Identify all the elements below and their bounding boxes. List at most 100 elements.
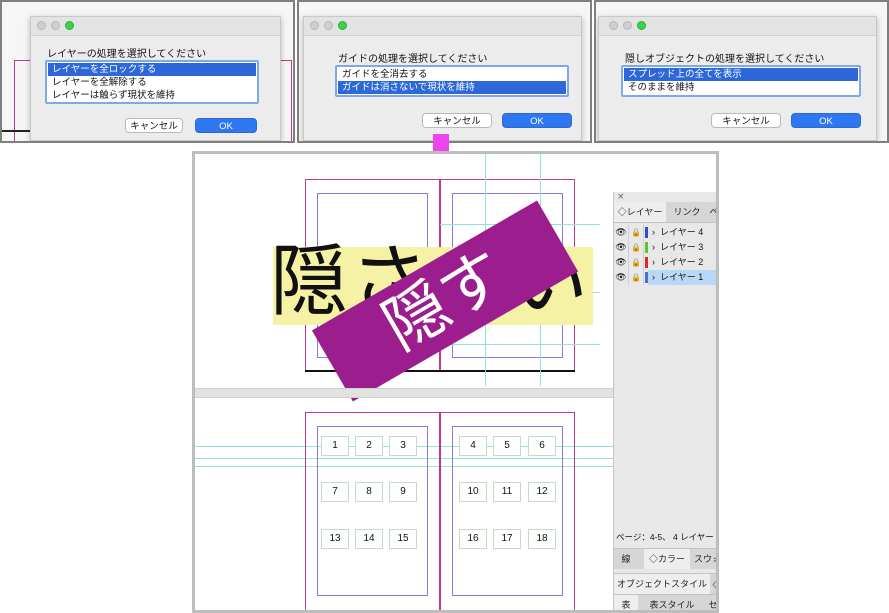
document-background: ガイドの処理を選択してください ガイドを全消去する ガイドは消さないで現状を維持… [299,2,590,141]
document-background: 隠しオブジェクトの処理を選択してください スプレッド上の全てを表示 そのままを維… [596,2,887,141]
guide-horizontal [440,344,600,345]
pasteboard: 隠さない 隠す 1 2 3 7 8 9 13 14 15 [195,154,716,610]
layer-color-chip [645,272,648,283]
frame-number: 13 [321,529,349,549]
layer-row[interactable]: 👁 🔒 › レイヤー 2 [614,255,716,270]
tab-color[interactable]: ◇カラー [644,549,690,569]
tab-layers-prefix: ◇ [617,207,627,217]
frame-number: 2 [355,436,383,456]
frame-number: 17 [493,529,521,549]
lock-icon[interactable]: 🔒 [629,270,644,285]
frame-number: 10 [459,482,487,502]
option-list[interactable]: スプレッド上の全てを表示 そのままを維持 [621,65,861,97]
layer-color-chip [645,227,648,238]
ok-button[interactable]: OK [502,113,572,128]
tab-table[interactable]: 表 [614,595,638,610]
visibility-eye-icon[interactable]: 👁 [614,270,629,285]
option-clear-guides[interactable]: ガイドを全消去する [338,68,566,81]
title-bar [599,17,876,36]
option-list[interactable]: レイヤーを全ロックする レイヤーを全解除する レイヤーは触らず現状を維持 [45,60,259,104]
option-keep-layers[interactable]: レイヤーは触らず現状を維持 [48,89,256,102]
cancel-button[interactable]: キャンセル [422,113,492,128]
frame-number: 8 [355,482,383,502]
option-unlock-all[interactable]: レイヤーを全解除する [48,76,256,89]
option-keep-as-is[interactable]: そのままを維持 [624,81,858,94]
tab-layers[interactable]: ◇レイヤー [614,202,666,222]
frame-number: 11 [493,482,521,502]
indesign-window: 隠さない 隠す 1 2 3 7 8 9 13 14 15 [192,151,719,613]
ok-button[interactable]: OK [791,113,861,128]
close-window-icon[interactable] [37,21,46,30]
lock-icon[interactable]: 🔒 [629,255,644,270]
frame-number: 4 [459,436,487,456]
expand-chevron-icon[interactable]: › [652,255,655,270]
dialog-prompt: 隠しオブジェクトの処理を選択してください [625,54,825,65]
zoom-window-icon[interactable] [338,21,347,30]
zoom-window-icon[interactable] [65,21,74,30]
layer-row[interactable]: 👁 🔒 › レイヤー 3 [614,240,716,255]
tab-cell-styles[interactable]: セ [706,595,716,610]
lock-icon[interactable]: 🔒 [629,225,644,240]
zoom-window-icon[interactable] [637,21,646,30]
expand-chevron-icon[interactable]: › [652,225,655,240]
tab-more[interactable]: ◇ [712,574,716,594]
panel-close-icon[interactable]: × [617,192,625,202]
frame-number: 14 [355,529,383,549]
layer-name: レイヤー 1 [660,272,704,282]
option-keep-guides[interactable]: ガイドは消さないで現状を維持 [338,81,566,94]
tab-layers-label: レイヤー [626,207,663,217]
dialog-guides: ガイドの処理を選択してください ガイドを全消去する ガイドは消さないで現状を維持… [297,0,592,143]
option-list[interactable]: ガイドを全消去する ガイドは消さないで現状を維持 [335,65,569,97]
tab-links[interactable]: リンク [666,202,708,222]
option-show-all[interactable]: スプレッド上の全てを表示 [624,68,858,81]
dialog-sheet: ガイドの処理を選択してください ガイドを全消去する ガイドは消さないで現状を維持… [303,16,582,141]
frame-number: 9 [389,482,417,502]
frame-number: 18 [528,529,556,549]
layer-row-selected[interactable]: 👁 🔒 › レイヤー 1 [614,270,716,285]
expand-chevron-icon[interactable]: › [652,240,655,255]
tab-object-styles[interactable]: オブジェクトスタイル [614,574,710,594]
frame-number: 6 [528,436,556,456]
dialog-hidden-objects: 隠しオブジェクトの処理を選択してください スプレッド上の全てを表示 そのままを維… [594,0,889,143]
visibility-eye-icon[interactable]: 👁 [614,255,629,270]
document-background: レイヤーの処理を選択してください レイヤーを全ロックする レイヤーを全解除する … [2,2,293,141]
visibility-eye-icon[interactable]: 👁 [614,240,629,255]
minimize-window-icon[interactable] [623,21,632,30]
dialog-prompt: レイヤーの処理を選択してください [47,49,207,60]
frame-number: 12 [528,482,556,502]
option-lock-all[interactable]: レイヤーを全ロックする [48,63,256,76]
cancel-button[interactable]: キャンセル [125,118,183,133]
cancel-button[interactable]: キャンセル [711,113,781,128]
tab-table-styles[interactable]: 表スタイル [644,595,700,610]
layer-color-chip [645,257,648,268]
tab-pages[interactable]: ペ [708,202,716,222]
layer-name: レイヤー 4 [660,227,704,237]
frame-number: 15 [389,529,417,549]
dialog-layers: レイヤーの処理を選択してください レイヤーを全ロックする レイヤーを全解除する … [0,0,295,143]
title-bar [31,17,280,36]
layer-row[interactable]: 👁 🔒 › レイヤー 4 [614,225,716,240]
frame-number: 5 [493,436,521,456]
layer-name: レイヤー 3 [660,242,704,252]
close-window-icon[interactable] [609,21,618,30]
ok-button[interactable]: OK [195,118,257,133]
frame-number: 16 [459,529,487,549]
tab-stroke[interactable]: 線 [614,549,638,569]
collapsed-panel-row: オブジェクトスタイル ◇ [614,573,716,594]
collapsed-panel-row: 線 ◇カラー スウォ [614,548,716,569]
layers-panel: × ◇レイヤー リンク ペ 👁 🔒 › レイヤー 4 👁 🔒 › レイヤー 3 [613,192,716,610]
dialog-sheet: 隠しオブジェクトの処理を選択してください スプレッド上の全てを表示 そのままを維… [598,16,877,141]
layer-color-chip [645,242,648,253]
collapsed-panel-row: 表 表スタイル セ [614,594,716,610]
close-window-icon[interactable] [310,21,319,30]
frame-number: 3 [389,436,417,456]
expand-chevron-icon[interactable]: › [652,270,655,285]
minimize-window-icon[interactable] [51,21,60,30]
frame-number: 1 [321,436,349,456]
visibility-eye-icon[interactable]: 👁 [614,225,629,240]
lock-icon[interactable]: 🔒 [629,240,644,255]
minimize-window-icon[interactable] [324,21,333,30]
tab-swatches[interactable]: スウォ [694,549,716,569]
dialog-prompt: ガイドの処理を選択してください [338,54,488,65]
frame-number: 7 [321,482,349,502]
